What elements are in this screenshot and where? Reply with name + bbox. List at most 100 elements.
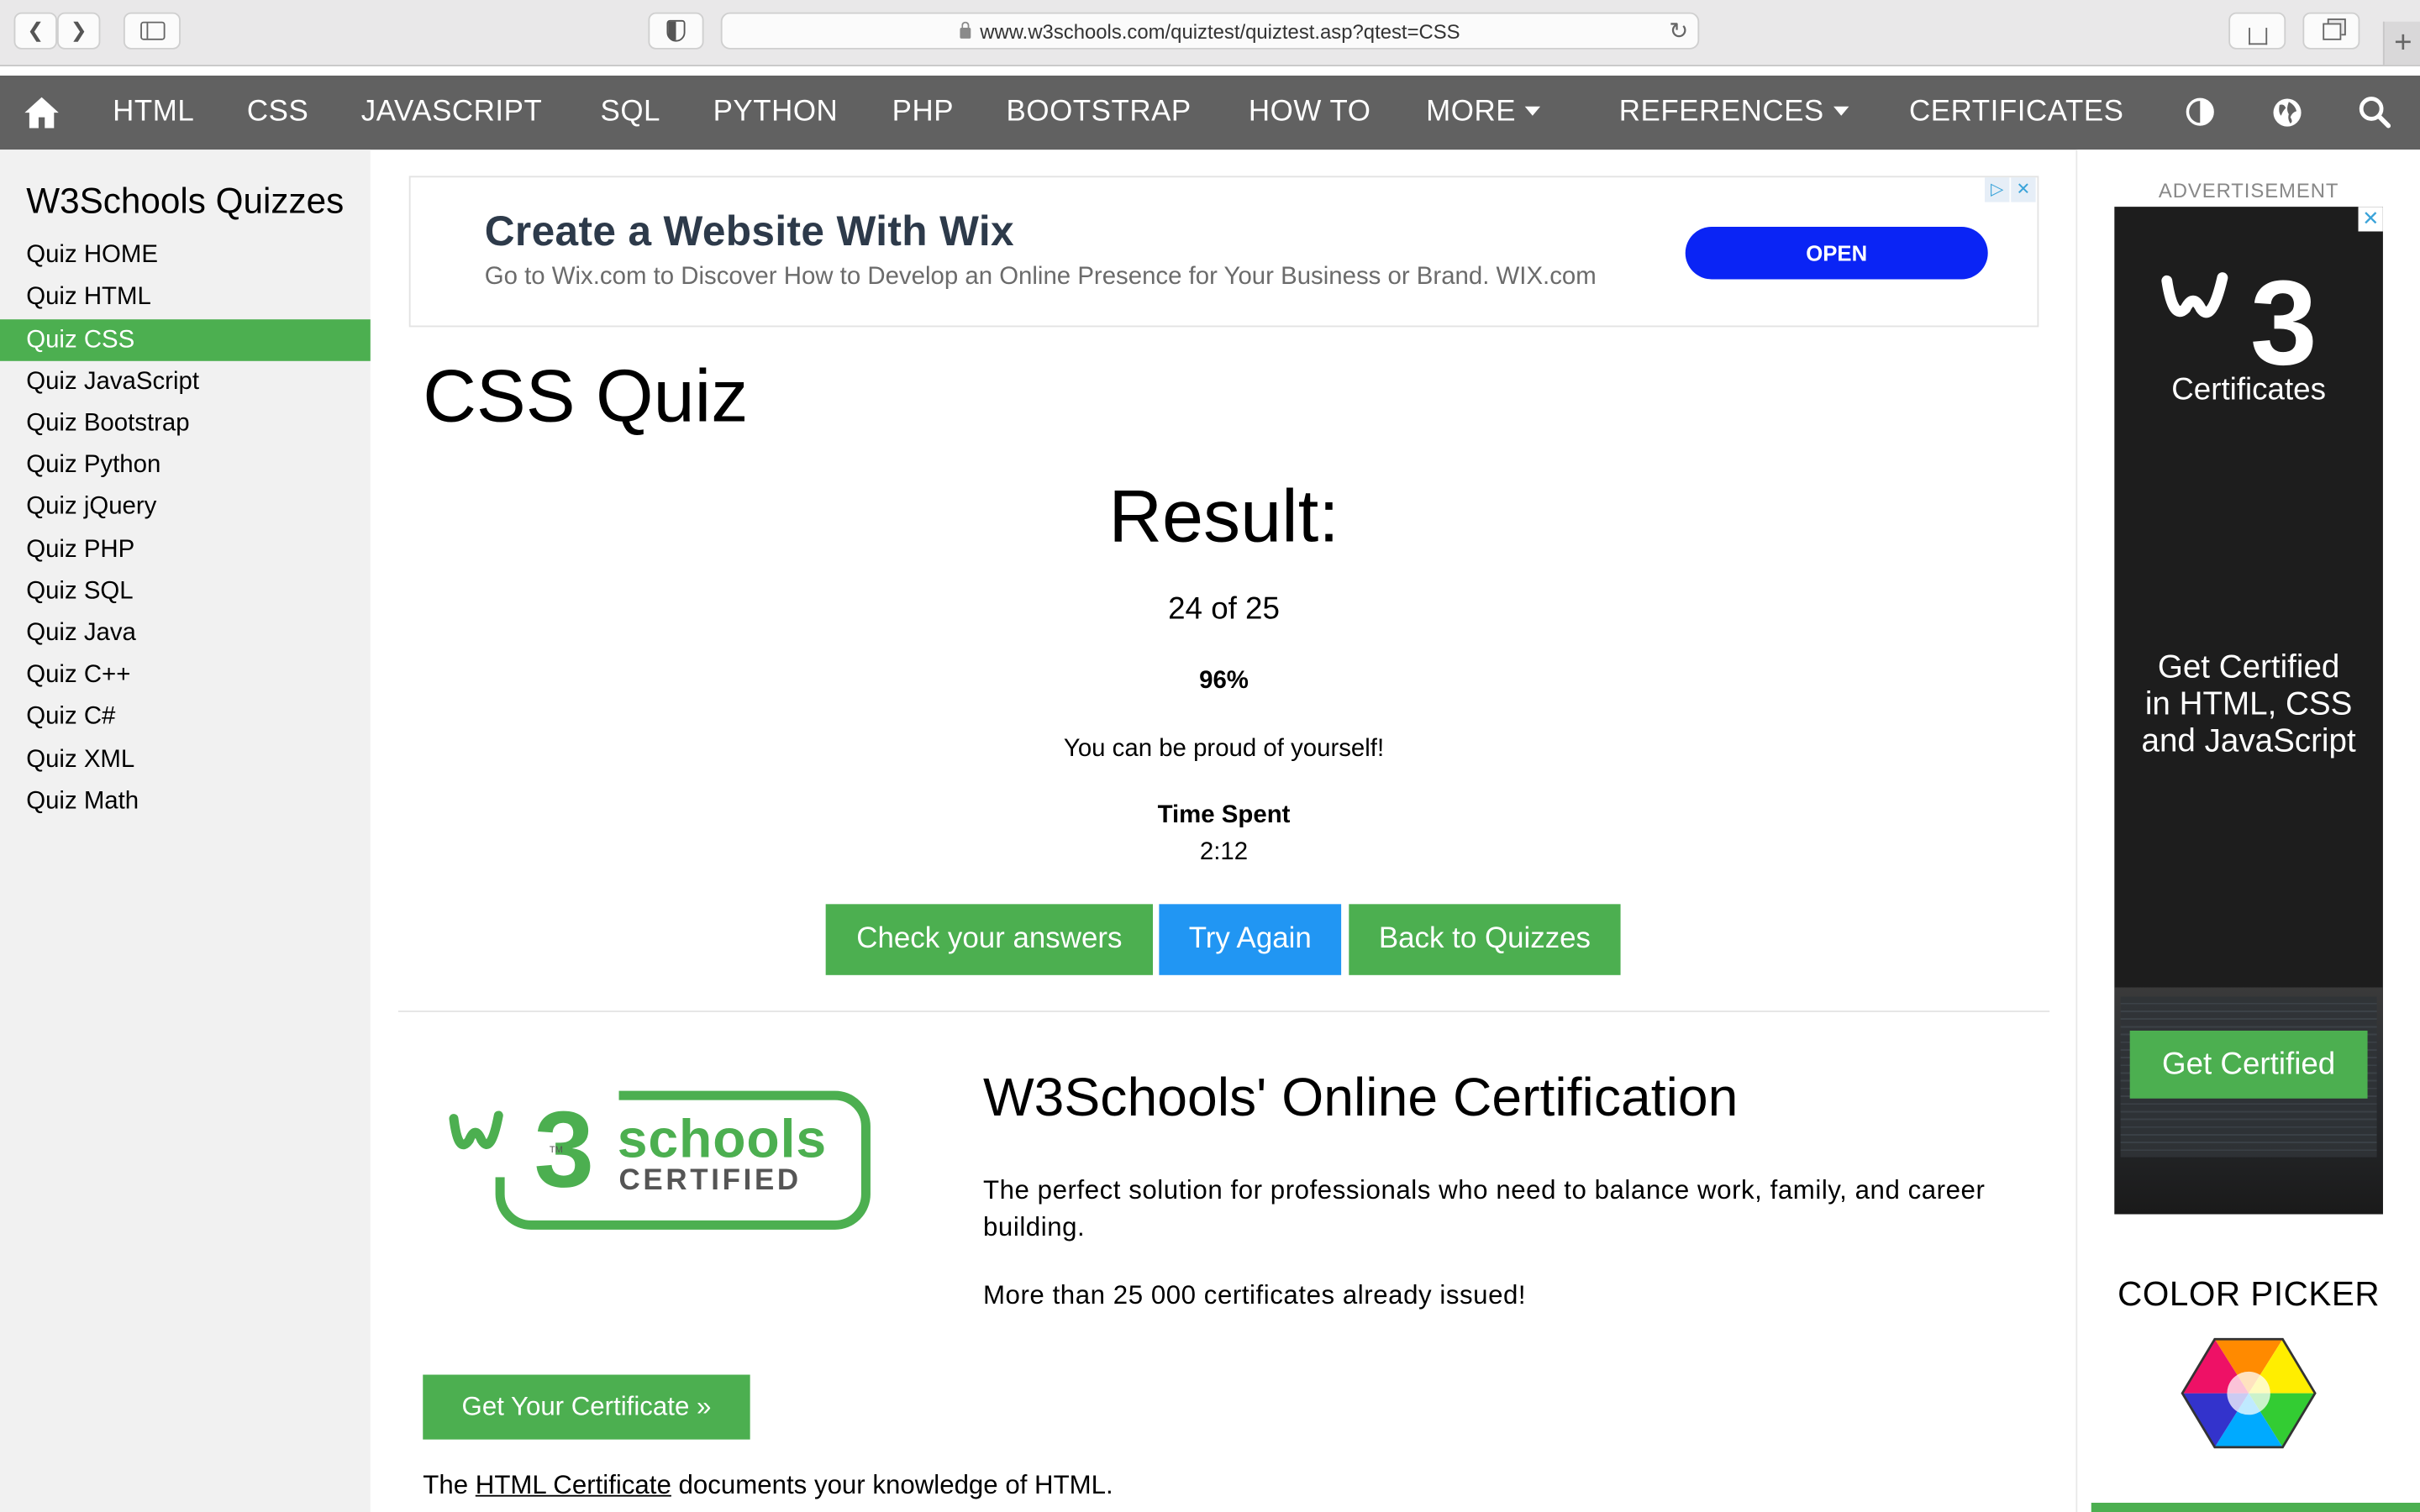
sky-certificates-text: Certificates — [2171, 373, 2326, 407]
nav-references-label: REFERENCES — [1618, 95, 1824, 129]
browser-window: ❮ ❯ www.w3schools.com/quiztest/quiztest.… — [0, 0, 2420, 1512]
svg-text:3: 3 — [534, 1089, 595, 1210]
sidebar-item-quiz-php[interactable]: Quiz PHP — [0, 529, 371, 571]
theme-toggle-button[interactable] — [2186, 76, 2217, 150]
nav-css[interactable]: CSS — [247, 76, 308, 150]
sidebar-item-quiz-bootstrap[interactable]: Quiz Bootstrap — [0, 402, 371, 444]
color-picker-title: COLOR PICKER — [2118, 1274, 2381, 1314]
chevron-right-icon: ❯ — [70, 18, 87, 42]
nav-php[interactable]: PHP — [892, 76, 954, 150]
sidebar-toggle-button[interactable] — [123, 12, 181, 50]
sky-laptop-image — [2114, 987, 2383, 1215]
ad-title[interactable]: Create a Website With Wix — [485, 208, 1014, 256]
sky-headline-1: Get Certified — [2157, 649, 2340, 685]
privacy-shield-button[interactable] — [648, 12, 704, 50]
sidebar-item-quiz-html[interactable]: Quiz HTML — [0, 276, 371, 318]
nav-more-dropdown[interactable]: MORE — [1426, 76, 1541, 150]
sky-headline-2: in HTML, CSS — [2144, 686, 2353, 722]
sidebar-item-quiz-jquery[interactable]: Quiz jQuery — [0, 486, 371, 528]
w3-logo-icon: 3 — [2161, 269, 2317, 368]
logo-schools-text: schools — [617, 1109, 828, 1170]
top-navigation: HTML CSS JAVASCRIPT SQL PYTHON PHP BOOTS… — [0, 76, 2420, 150]
svg-text:TM: TM — [550, 1145, 563, 1155]
sidebar-item-quiz-cpp[interactable]: Quiz C++ — [0, 654, 371, 696]
back-button[interactable]: ❮ — [13, 12, 57, 50]
time-spent-label: Time Spent — [1157, 802, 1291, 829]
note-prefix: The — [423, 1470, 476, 1500]
result-message: You can be proud of yourself! — [1063, 736, 1385, 763]
tabs-icon — [2322, 22, 2341, 39]
new-tab-button[interactable]: + — [2382, 21, 2420, 66]
score-percent: 96% — [1199, 668, 1249, 695]
address-bar[interactable]: www.w3schools.com/quiztest/quiztest.asp?… — [720, 12, 1700, 50]
reload-icon[interactable]: ↻ — [1669, 17, 1688, 45]
ad-open-button[interactable]: OPEN — [1685, 227, 1988, 280]
sidebar-item-quiz-javascript[interactable]: Quiz JavaScript — [0, 361, 371, 403]
sidebar-item-quiz-css[interactable]: Quiz CSS — [0, 319, 371, 361]
certificates-issued-text: More than 25 000 certificates already is… — [983, 1280, 1527, 1310]
tabs-overview-button[interactable] — [2302, 12, 2360, 50]
share-icon — [2248, 27, 2267, 45]
ad-close-icon[interactable]: ✕ — [2011, 177, 2036, 202]
chevron-left-icon: ❮ — [27, 18, 45, 42]
nav-bootstrap[interactable]: BOOTSTRAP — [1007, 76, 1192, 150]
forward-button[interactable]: ❯ — [56, 12, 101, 50]
nav-sql[interactable]: SQL — [600, 76, 660, 150]
share-button[interactable] — [2228, 12, 2286, 50]
home-icon — [24, 97, 59, 129]
sidebar-title: W3Schools Quizzes — [26, 180, 345, 221]
svg-text:3: 3 — [2250, 269, 2317, 368]
home-link[interactable] — [24, 76, 64, 150]
result-heading: Result: — [1108, 476, 1339, 559]
ad-close-icon[interactable]: ✕ — [2358, 207, 2383, 232]
adchoices-icon[interactable]: ▷ — [1985, 177, 2010, 202]
nav-more-label: MORE — [1426, 95, 1517, 129]
sidebar-item-quiz-csharp[interactable]: Quiz C# — [0, 696, 371, 738]
address-text: www.w3schools.com/quiztest/quiztest.asp?… — [980, 18, 1460, 43]
html-certificate-link[interactable]: HTML Certificate — [476, 1470, 671, 1499]
try-again-button[interactable]: Try Again — [1159, 904, 1342, 975]
caret-down-icon — [1525, 106, 1541, 116]
html-certificate-note: The HTML Certificate documents your know… — [423, 1470, 1113, 1501]
w3schools-certified-logo: 3 TM schools CERTIFIED — [449, 1084, 871, 1231]
plus-icon: + — [2394, 26, 2412, 60]
check-answers-button[interactable]: Check your answers — [825, 904, 1154, 975]
score-text: 24 of 25 — [1168, 592, 1280, 627]
sidebar-item-quiz-sql[interactable]: Quiz SQL — [0, 571, 371, 613]
sidebar-item-quiz-xml[interactable]: Quiz XML — [0, 739, 371, 781]
sidebar-item-quiz-home[interactable]: Quiz HOME — [0, 234, 371, 276]
quiz-sidebar: W3Schools Quizzes Quiz HOME Quiz HTML Qu… — [0, 150, 371, 1512]
certification-description: The perfect solution for professionals w… — [983, 1175, 1986, 1242]
get-certificate-button[interactable]: Get Your Certificate » — [423, 1374, 750, 1440]
section-divider — [397, 1011, 2050, 1012]
lock-icon — [960, 20, 971, 39]
sidebar-item-quiz-python[interactable]: Quiz Python — [0, 444, 371, 486]
caret-down-icon — [1833, 106, 1849, 116]
nav-certificates[interactable]: CERTIFICATES — [1909, 76, 2123, 150]
browser-toolbar: ❮ ❯ www.w3schools.com/quiztest/quiztest.… — [0, 0, 2420, 66]
contrast-icon — [2186, 97, 2214, 126]
color-picker-icon[interactable] — [2181, 1336, 2317, 1451]
page-title: CSS Quiz — [423, 356, 749, 438]
ad-subtitle: Go to Wix.com to Discover How to Develop… — [484, 264, 1597, 291]
sidebar-icon — [139, 21, 165, 40]
sidebar-item-quiz-java[interactable]: Quiz Java — [0, 612, 371, 654]
nav-html[interactable]: HTML — [113, 76, 194, 150]
search-icon — [2359, 97, 2391, 129]
shield-icon — [666, 19, 686, 42]
ad-banner[interactable]: Create a Website With Wix Go to Wix.com … — [408, 176, 2039, 328]
nav-references-dropdown[interactable]: REFERENCES — [1619, 76, 1849, 150]
search-button[interactable] — [2359, 76, 2392, 150]
language-button[interactable] — [2272, 76, 2306, 150]
sky-get-certified-button[interactable]: Get Certified — [2129, 1030, 2368, 1099]
nav-javascript[interactable]: JAVASCRIPT — [361, 76, 543, 150]
back-to-quizzes-button[interactable]: Back to Quizzes — [1349, 904, 1621, 975]
sidebar-item-quiz-math[interactable]: Quiz Math — [0, 780, 371, 822]
skyscraper-ad[interactable]: ✕ 3 Certificates Get Certified in HTML, … — [2114, 207, 2383, 1215]
certification-title: W3Schools' Online Certification — [983, 1068, 1739, 1128]
logo-certified-text: CERTIFIED — [618, 1164, 802, 1198]
right-column-green-bar — [2091, 1502, 2420, 1512]
nav-how-to[interactable]: HOW TO — [1249, 76, 1371, 150]
nav-python[interactable]: PYTHON — [713, 76, 839, 150]
advertisement-label: ADVERTISEMENT — [2158, 179, 2339, 202]
